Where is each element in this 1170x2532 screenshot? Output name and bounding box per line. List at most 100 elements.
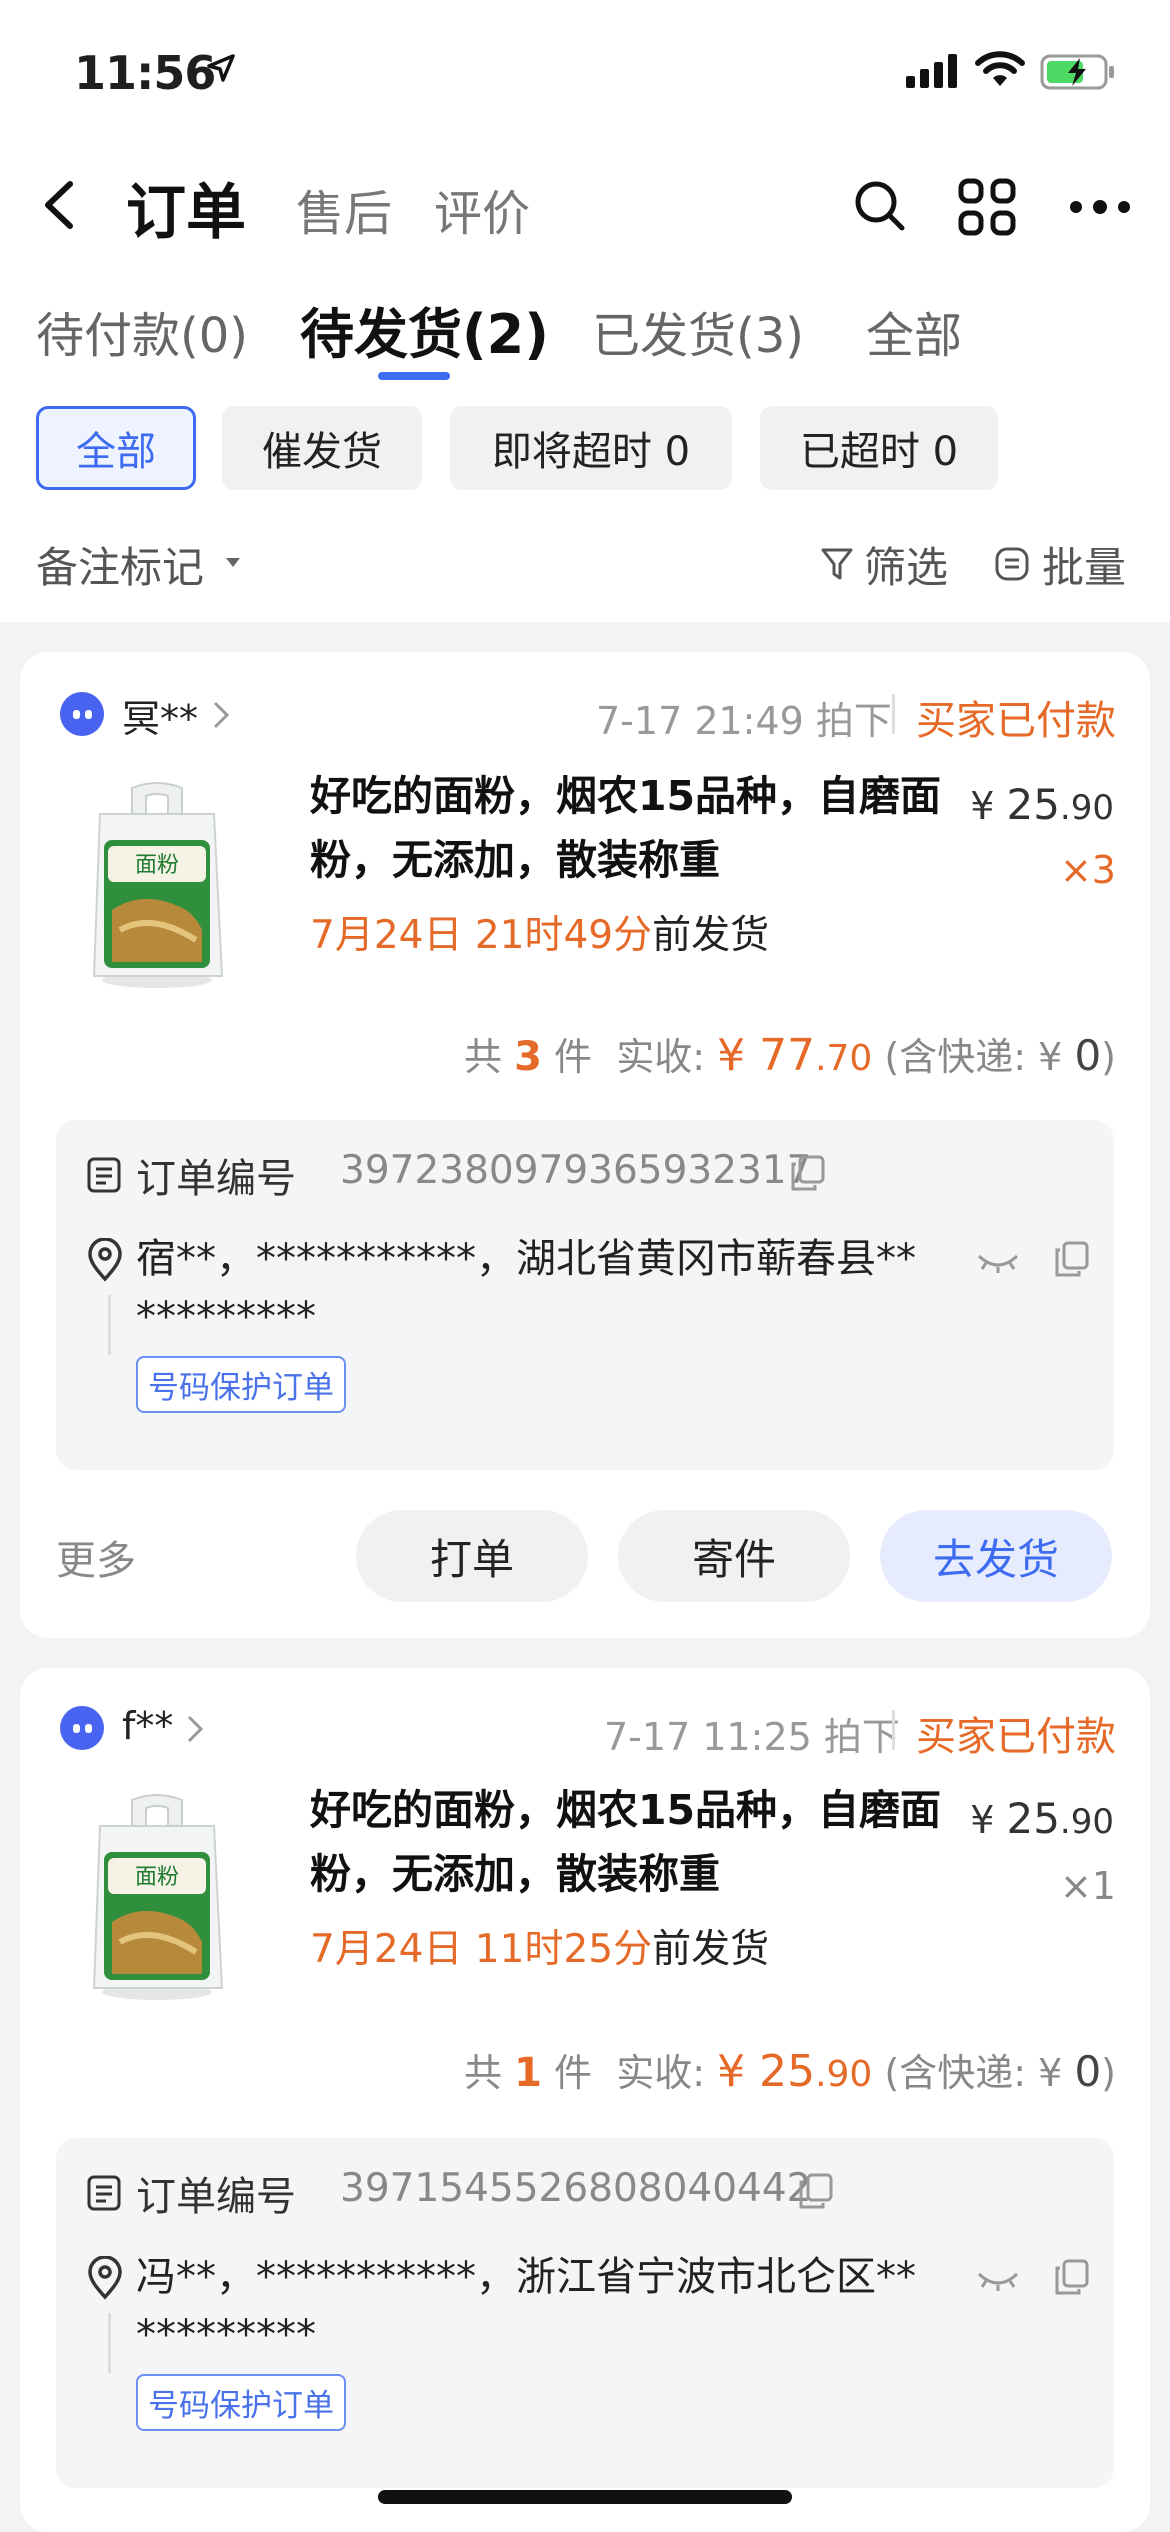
received-label: 实收:: [616, 1035, 705, 1079]
tab-all[interactable]: 全部: [866, 296, 962, 366]
amount-int: ¥ 77: [717, 1030, 816, 1081]
copy-address-icon[interactable]: [1054, 1240, 1090, 1278]
status-time: 11:56: [74, 46, 216, 100]
buyer-name[interactable]: 冥**: [122, 688, 198, 743]
status-bar: 11:56: [0, 38, 1170, 108]
ship-deadline: 7月24日 21时49分前发货: [310, 904, 769, 960]
order-number-icon: [87, 2175, 121, 2211]
currency-symbol: ¥: [970, 784, 995, 828]
filter-button[interactable]: 筛选: [864, 534, 948, 595]
order-number-label: 订单编号: [136, 1156, 296, 1202]
order-info-box: 订单编号 3971545526808040442 冯**，***********…: [56, 2138, 1114, 2488]
shipping-close: ): [1101, 2051, 1116, 2095]
wifi-icon: [975, 51, 1025, 86]
filter-chips: 全部 催发货 即将超时 0 已超时 0: [0, 406, 1170, 492]
ship-deadline: 7月24日 11时25分前发货: [310, 1918, 769, 1974]
shipping-fee: 0: [1074, 1031, 1102, 1080]
order-number: 3972380979365932317: [340, 1148, 812, 1193]
order-summary: 共 3 件 实收: ¥ 77.70 (含快递: ¥ 0): [464, 1026, 1116, 1081]
more-dots-icon[interactable]: [1068, 198, 1132, 216]
chip-all[interactable]: 全部: [36, 406, 196, 490]
quantity: ×3: [1059, 848, 1116, 892]
shipping-fee: 0: [1074, 2047, 1102, 2096]
buyer-avatar-icon: [60, 692, 104, 736]
price-int: 25: [1006, 1794, 1060, 1843]
home-indicator[interactable]: [378, 2490, 792, 2504]
received-amount: ¥ 25.90: [717, 2046, 872, 2097]
deadline-suffix: 前发货: [652, 1927, 770, 1972]
tab-reviews[interactable]: 评价: [434, 174, 530, 244]
product-title[interactable]: 好吃的面粉，烟农15品种，自磨面粉，无添加，散装称重: [310, 1778, 970, 1906]
location-arrow-icon: [207, 54, 235, 82]
item-count: 3: [514, 1034, 542, 1080]
tab-pending-payment[interactable]: 待付款(0): [36, 296, 248, 366]
hidden-eye-icon[interactable]: [976, 1252, 1020, 1274]
price-dec: .90: [1059, 788, 1114, 828]
currency-symbol: ¥: [970, 1798, 995, 1842]
location-pin-icon: [88, 2256, 122, 2300]
buyer-avatar-icon: [60, 1706, 104, 1750]
chevron-right-icon[interactable]: [186, 1714, 204, 1744]
privacy-tag: 号码保护订单: [136, 1356, 346, 1413]
batch-icon: [995, 547, 1029, 581]
product-image[interactable]: 面粉: [82, 1792, 232, 2002]
order-card: f** 7-17 11:25 拍下 买家已付款 面粉 好吃的面粉，烟农15品种，…: [20, 1668, 1150, 2532]
ship-button[interactable]: 去发货: [880, 1510, 1112, 1602]
shipping-label: (含快递:: [884, 1035, 1027, 1079]
tab-after-sales[interactable]: 售后: [296, 174, 392, 244]
count-prefix: 共: [463, 2051, 502, 2095]
order-status: 买家已付款: [916, 1714, 1116, 1760]
order-card: 冥** 7-17 21:49 拍下 买家已付款 面粉 好吃的面粉，烟农15品种，…: [20, 652, 1150, 1638]
order-number-icon: [87, 1157, 121, 1193]
svg-text:面粉: 面粉: [135, 853, 179, 878]
page-title: 订单: [126, 178, 246, 248]
note-mark-dropdown[interactable]: 备注标记: [36, 534, 204, 595]
chevron-right-icon[interactable]: [212, 700, 230, 730]
count-suffix: 件: [554, 1035, 593, 1079]
active-tab-indicator: [378, 372, 450, 380]
order-number-label: 订单编号: [136, 2174, 296, 2220]
search-icon[interactable]: [852, 178, 908, 234]
chip-near-timeout[interactable]: 即将超时 0: [450, 406, 732, 490]
amount-int: ¥ 25: [717, 2046, 816, 2097]
copy-order-number-icon[interactable]: [790, 1154, 826, 1192]
copy-address-icon[interactable]: [1054, 2258, 1090, 2296]
buyer-name[interactable]: f**: [122, 1704, 173, 1748]
hidden-eye-icon[interactable]: [976, 2270, 1020, 2292]
apps-grid-icon[interactable]: [958, 178, 1016, 236]
order-summary: 共 1 件 实收: ¥ 25.90 (含快递: ¥ 0): [464, 2042, 1116, 2097]
more-button[interactable]: 更多: [56, 1528, 136, 1586]
count-suffix: 件: [554, 2051, 593, 2095]
filter-row: 备注标记 筛选 批量: [0, 528, 1170, 598]
item-count: 1: [514, 2050, 542, 2096]
tab-shipped[interactable]: 已发货(3): [592, 296, 804, 366]
svg-text:面粉: 面粉: [135, 1865, 179, 1890]
chip-timed-out[interactable]: 已超时 0: [760, 406, 998, 490]
filter-icon: [821, 548, 853, 580]
order-number: 3971545526808040442: [340, 2166, 812, 2211]
send-button[interactable]: 寄件: [618, 1510, 850, 1602]
batch-button[interactable]: 批量: [1042, 534, 1126, 595]
product-image[interactable]: 面粉: [82, 780, 232, 990]
battery-icon: [1040, 54, 1114, 90]
count-prefix: 共: [463, 1035, 502, 1079]
print-button[interactable]: 打单: [356, 1510, 588, 1602]
order-info-box: 订单编号 3972380979365932317 宿**，***********…: [56, 1120, 1114, 1470]
shipping-address: 宿**，***********，湖北省黄冈市蕲春县***********: [136, 1236, 916, 1340]
order-status: 买家已付款: [916, 698, 1116, 744]
signal-icon: [906, 54, 957, 88]
tab-pending-shipment[interactable]: 待发货(2): [300, 290, 549, 369]
received-label: 实收:: [616, 2051, 705, 2095]
dropdown-caret-icon: [226, 558, 240, 567]
product-title[interactable]: 好吃的面粉，烟农15品种，自磨面粉，无添加，散装称重: [310, 764, 970, 892]
divider: [892, 1710, 895, 1750]
address-divider: [108, 1295, 111, 1355]
chip-urge[interactable]: 催发货: [222, 406, 422, 490]
amount-dec: .90: [815, 2054, 873, 2095]
copy-order-number-icon[interactable]: [798, 2172, 834, 2210]
received-amount: ¥ 77.70: [717, 1030, 872, 1081]
back-arrow-icon[interactable]: [40, 180, 80, 230]
order-status-tabs: 待付款(0) 待发货(2) 已发货(3) 全部: [0, 286, 1170, 380]
shipping-close: ): [1101, 1035, 1116, 1079]
nav-bar: 订单 售后 评价: [0, 160, 1170, 250]
